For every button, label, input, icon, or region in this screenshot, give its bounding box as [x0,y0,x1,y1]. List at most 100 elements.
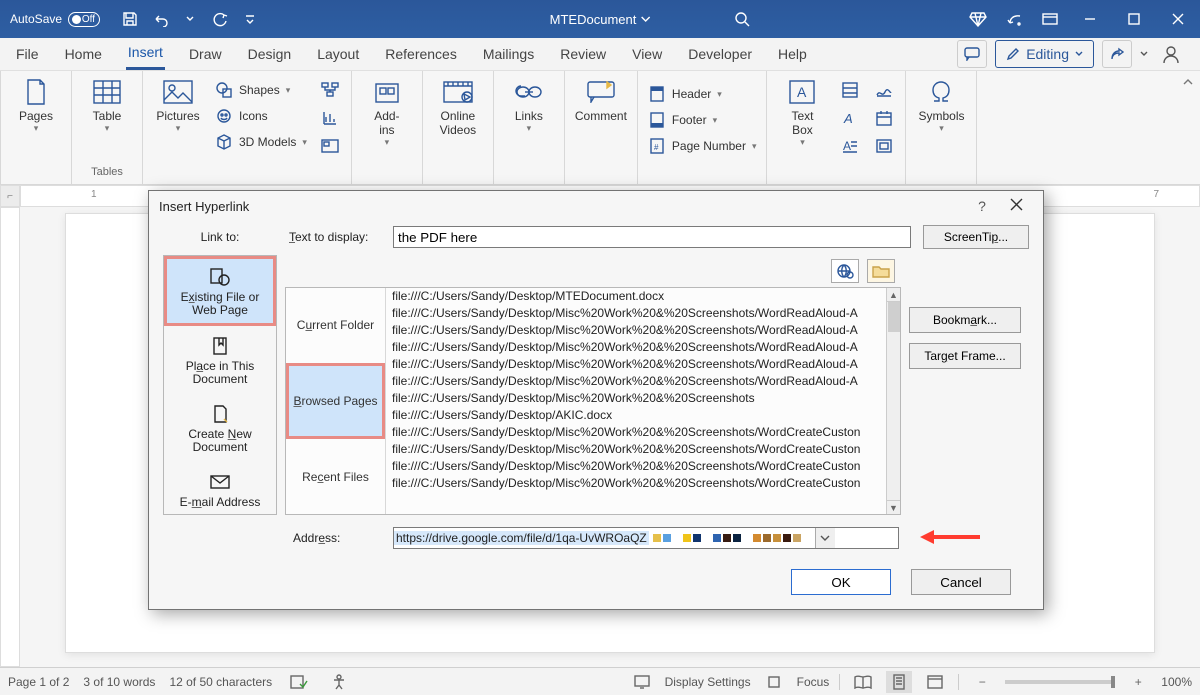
signature-line-icon[interactable] [873,79,895,101]
web-layout-icon[interactable] [922,671,948,693]
online-videos-button[interactable]: Online Videos [433,75,483,137]
quick-parts-icon[interactable] [839,79,861,101]
ribbon-display-icon[interactable] [1032,0,1068,38]
zoom-in-icon[interactable]: + [1125,671,1151,693]
scroll-up-icon[interactable]: ▲ [887,288,900,302]
screentip-button[interactable]: ScreenTip... [923,225,1029,249]
page-number-button[interactable]: #Page Number▾ [648,135,757,157]
cancel-button[interactable]: Cancel [911,569,1011,595]
status-chars[interactable]: 12 of 50 characters [169,675,272,689]
spelling-icon[interactable] [286,671,312,693]
target-frame-button[interactable]: Target Frame... [909,343,1021,369]
close-icon[interactable] [999,198,1033,214]
tab-browsed-pages[interactable]: Browsed Pages [286,363,385,440]
list-item[interactable]: file:///C:/Users/Sandy/Desktop/MTEDocume… [386,288,886,305]
diamond-premium-icon[interactable] [960,0,996,38]
minimize-icon[interactable] [1068,0,1112,38]
tab-layout[interactable]: Layout [315,40,361,69]
redo-icon[interactable] [206,5,234,33]
list-item[interactable]: file:///C:/Users/Sandy/Desktop/AKIC.docx [386,407,886,424]
qat-caret-icon[interactable] [236,5,264,33]
list-item[interactable]: file:///C:/Users/Sandy/Desktop/Misc%20Wo… [386,458,886,475]
display-settings-label[interactable]: Display Settings [665,675,751,689]
link-to-email[interactable]: E-mail Address [164,462,276,517]
account-icon[interactable] [1156,40,1186,68]
close-icon[interactable] [1156,0,1200,38]
share-button[interactable] [1102,40,1132,68]
addins-button[interactable]: Add- ins▾ [362,75,412,148]
autosave-toggle[interactable]: AutoSave Off [0,12,110,27]
chevron-down-icon[interactable] [1140,50,1148,58]
bookmark-button[interactable]: Bookmark... [909,307,1021,333]
display-settings-icon[interactable] [629,671,655,693]
list-item[interactable]: file:///C:/Users/Sandy/Desktop/Misc%20Wo… [386,339,886,356]
file-list[interactable]: file:///C:/Users/Sandy/Desktop/MTEDocume… [386,288,900,514]
scroll-down-icon[interactable]: ▼ [887,500,900,514]
tab-draw[interactable]: Draw [187,40,224,69]
tab-view[interactable]: View [630,40,664,69]
save-icon[interactable] [116,5,144,33]
collapse-ribbon-icon[interactable] [1182,75,1194,93]
accessibility-icon[interactable] [326,671,352,693]
3d-models-button[interactable]: 3D Models▾ [215,131,307,153]
object-icon[interactable] [873,135,895,157]
toggle-off-icon[interactable]: Off [68,12,100,27]
tab-home[interactable]: Home [63,40,104,69]
vertical-ruler[interactable] [0,207,20,667]
link-to-create-new[interactable]: Create NewDocument [164,394,276,462]
browse-file-icon[interactable] [867,259,895,283]
list-item[interactable]: file:///C:/Users/Sandy/Desktop/Misc%20Wo… [386,322,886,339]
file-list-scrollbar[interactable]: ▲ ▼ [886,288,900,514]
tab-design[interactable]: Design [246,40,294,69]
pages-button[interactable]: Pages▾ [11,75,61,134]
undo-caret-icon[interactable] [176,5,204,33]
tab-help[interactable]: Help [776,40,809,69]
list-item[interactable]: file:///C:/Users/Sandy/Desktop/Misc%20Wo… [386,390,886,407]
pending-updates-icon[interactable] [996,0,1032,38]
pictures-button[interactable]: Pictures▾ [153,75,203,134]
table-button[interactable]: Table▾ [82,75,132,134]
status-words[interactable]: 3 of 10 words [83,675,155,689]
links-button[interactable]: Links▾ [504,75,554,134]
text-box-button[interactable]: AText Box▾ [777,75,827,148]
comments-icon[interactable] [957,40,987,68]
link-to-place[interactable]: Place in ThisDocument [164,326,276,394]
undo-icon[interactable] [146,5,174,33]
text-to-display-input[interactable] [393,226,911,248]
focus-icon[interactable] [761,671,787,693]
list-item[interactable]: file:///C:/Users/Sandy/Desktop/Misc%20Wo… [386,356,886,373]
tab-developer[interactable]: Developer [686,40,754,69]
tab-references[interactable]: References [383,40,459,69]
shapes-button[interactable]: Shapes▾ [215,79,307,101]
drop-cap-icon[interactable]: A [839,135,861,157]
document-title[interactable]: MTEDocument [550,12,651,27]
help-icon[interactable]: ? [965,198,999,214]
editing-mode-button[interactable]: Editing [995,40,1094,68]
chart-icon[interactable] [319,107,341,129]
header-button[interactable]: Header▾ [648,83,757,105]
link-to-existing-file[interactable]: Existing File orWeb Page [164,256,276,326]
list-item[interactable]: file:///C:/Users/Sandy/Desktop/Misc%20Wo… [386,475,886,492]
search-icon[interactable] [724,0,760,38]
zoom-out-icon[interactable]: − [969,671,995,693]
tab-file[interactable]: File [14,40,41,69]
read-mode-icon[interactable] [850,671,876,693]
smartart-icon[interactable] [319,79,341,101]
scroll-thumb[interactable] [888,302,900,332]
ok-button[interactable]: OK [791,569,891,595]
list-item[interactable]: file:///C:/Users/Sandy/Desktop/Misc%20Wo… [386,441,886,458]
wordart-icon[interactable]: A [839,107,861,129]
list-item[interactable]: file:///C:/Users/Sandy/Desktop/Misc%20Wo… [386,424,886,441]
footer-button[interactable]: Footer▾ [648,109,757,131]
tab-current-folder[interactable]: Current Folder [286,288,385,363]
tab-review[interactable]: Review [558,40,608,69]
zoom-slider[interactable] [1005,680,1115,684]
list-item[interactable]: file:///C:/Users/Sandy/Desktop/Misc%20Wo… [386,373,886,390]
status-page[interactable]: Page 1 of 2 [8,675,69,689]
tab-mailings[interactable]: Mailings [481,40,536,69]
screenshot-icon[interactable] [319,135,341,157]
address-input[interactable]: https://drive.google.com/file/d/1qa-UvWR… [393,527,899,549]
date-time-icon[interactable] [873,107,895,129]
tab-insert[interactable]: Insert [126,38,165,70]
zoom-level[interactable]: 100% [1161,675,1192,689]
